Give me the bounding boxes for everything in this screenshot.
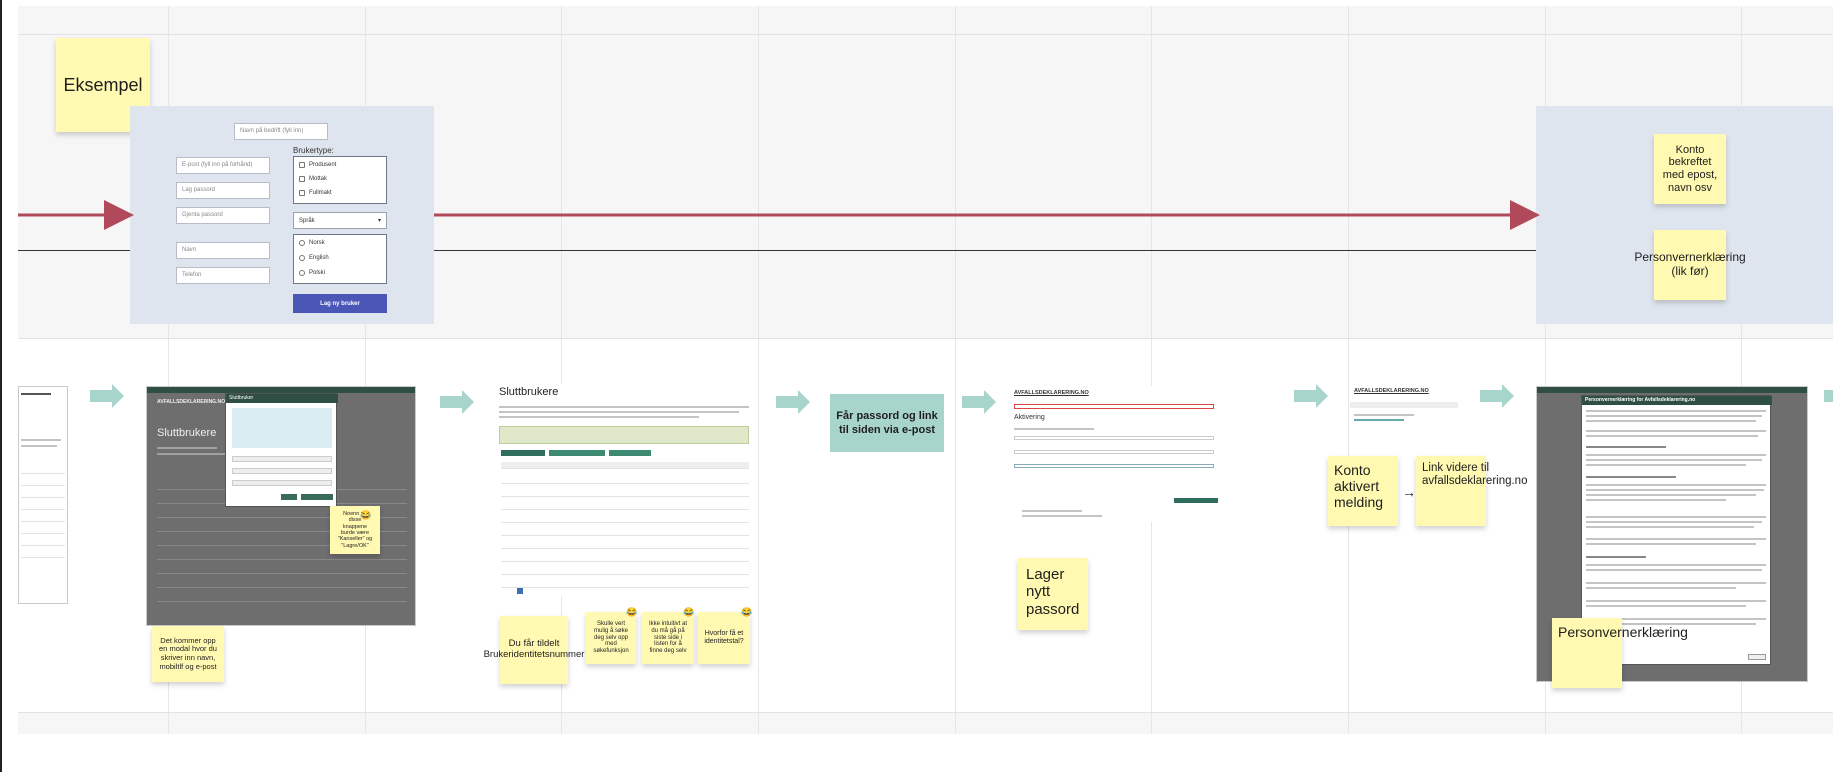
step-arrow: [1824, 390, 1833, 402]
step-arrow: [1480, 384, 1514, 408]
step-arrow: [1294, 384, 1328, 408]
step-arrow: [776, 390, 810, 414]
step-arrow: [440, 390, 474, 414]
step-arrow: [90, 384, 124, 408]
step-arrow: [962, 390, 996, 414]
flow-arrows: [18, 200, 1833, 414]
whiteboard-canvas: Eksempel Navn på bedrift (fyll inn) E-po…: [0, 0, 1833, 772]
